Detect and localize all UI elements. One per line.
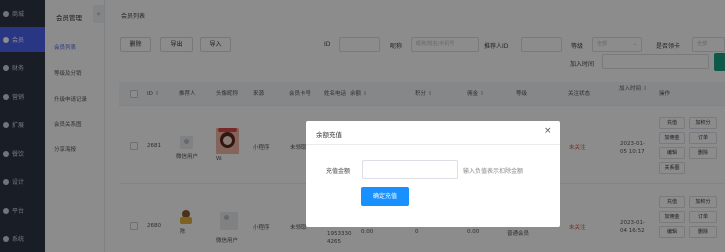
confirm-recharge-button[interactable]: 确定充值 <box>361 187 409 206</box>
amount-input[interactable] <box>362 160 458 179</box>
amount-label: 充值金额 <box>326 168 351 175</box>
amount-hint: 输入负值表示扣除金额 <box>463 168 524 175</box>
dialog-title: 余额充值 <box>316 131 342 139</box>
close-icon[interactable]: × <box>544 126 552 136</box>
dialog-divider <box>306 144 560 145</box>
recharge-dialog: 余额充值 × 充值金额 输入负值表示扣除金额 确定充值 <box>306 121 560 227</box>
